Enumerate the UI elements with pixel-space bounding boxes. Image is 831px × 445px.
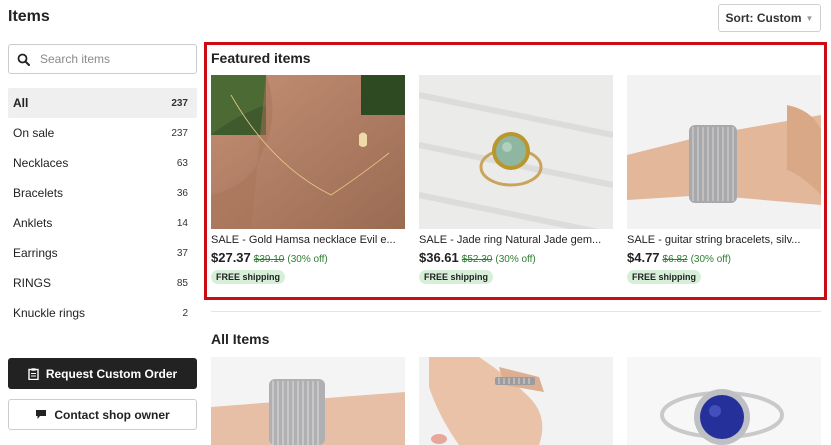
wire-bracelet-photo [211,357,405,445]
hand-ring-photo [419,357,613,445]
category-label: All [13,96,29,110]
category-label: On sale [13,126,55,140]
category-count: 36 [176,187,188,199]
item-discount: (30% off) [690,254,731,265]
request-button-label: Request Custom Order [45,366,178,381]
all-item-card-hand-ring[interactable] [419,357,613,445]
item-prices: $4.77 $6.82 (30% off) [627,250,821,265]
category-item-bracelets[interactable]: Bracelets 36 [8,178,197,208]
category-label: Knuckle rings [13,306,86,320]
category-label: Anklets [13,216,53,230]
item-prices: $36.61 $52.30 (30% off) [419,250,613,265]
message-icon [36,410,47,419]
string-bracelet-photo [627,75,821,229]
request-custom-order-button[interactable]: Request Custom Order [8,358,197,389]
category-count: 2 [182,307,188,319]
item-original-price: $6.82 [662,254,688,265]
jade-ring-photo [419,75,613,229]
category-item-on-sale[interactable]: On sale 237 [8,118,197,148]
category-count: 14 [176,217,188,229]
category-label: Necklaces [13,156,69,170]
category-item-earrings[interactable]: Earrings 37 [8,238,197,268]
item-prices: $27.37 $39.10 (30% off) [211,250,405,265]
item-title: SALE - guitar string bracelets, silv... [627,234,801,246]
section-divider [211,311,821,312]
item-price: $27.37 [211,250,251,265]
page-title: Items [8,8,50,25]
free-shipping-badge: FREE shipping [419,270,493,284]
category-count: 37 [176,247,188,259]
sort-label: Sort: Custom [725,11,802,25]
category-count: 237 [171,127,188,139]
caret-down-icon: ▼ [805,13,814,23]
contact-shop-owner-button[interactable]: Contact shop owner [8,399,197,430]
search-box[interactable] [8,44,197,74]
item-original-price: $52.30 [461,254,493,265]
category-label: Bracelets [13,186,64,200]
item-discount: (30% off) [287,254,328,265]
clipboard-icon [28,367,39,380]
category-count: 237 [171,97,188,109]
free-shipping-badge: FREE shipping [627,270,701,284]
blue-gem-ring-photo [627,357,821,445]
hamsa-necklace-photo [211,75,405,229]
category-list: All 237 On sale 237 Necklaces 63 Bracele… [8,88,197,328]
all-items-title: All Items [211,331,270,347]
contact-button-label: Contact shop owner [54,407,170,422]
item-original-price: $39.10 [253,254,285,265]
search-icon [17,53,30,66]
featured-title: Featured items [211,50,311,66]
item-price: $36.61 [419,250,459,265]
category-label: RINGS [13,276,52,290]
item-title: SALE - Jade ring Natural Jade gem... [419,234,602,246]
search-input[interactable] [38,51,182,67]
all-item-card-wire-bracelet[interactable] [211,357,405,445]
featured-card-string-bracelets[interactable]: SALE - guitar string bracelets, silv... … [627,75,821,285]
category-item-anklets[interactable]: Anklets 14 [8,208,197,238]
category-item-knuckle-rings[interactable]: Knuckle rings 2 [8,298,197,328]
sort-dropdown[interactable]: Sort: Custom ▼ [718,4,821,32]
category-item-necklaces[interactable]: Necklaces 63 [8,148,197,178]
item-title: SALE - Gold Hamsa necklace Evil e... [211,234,396,246]
featured-card-jade-ring[interactable]: SALE - Jade ring Natural Jade gem... $36… [419,75,613,285]
item-discount: (30% off) [495,254,536,265]
category-count: 85 [176,277,188,289]
category-label: Earrings [13,246,58,260]
item-price: $4.77 [627,250,660,265]
category-item-rings[interactable]: RINGS 85 [8,268,197,298]
category-count: 63 [176,157,188,169]
featured-card-hamsa-necklace[interactable]: SALE - Gold Hamsa necklace Evil e... $27… [211,75,405,285]
free-shipping-badge: FREE shipping [211,270,285,284]
all-item-card-blue-gem-ring[interactable] [627,357,821,445]
category-item-all[interactable]: All 237 [8,88,197,118]
